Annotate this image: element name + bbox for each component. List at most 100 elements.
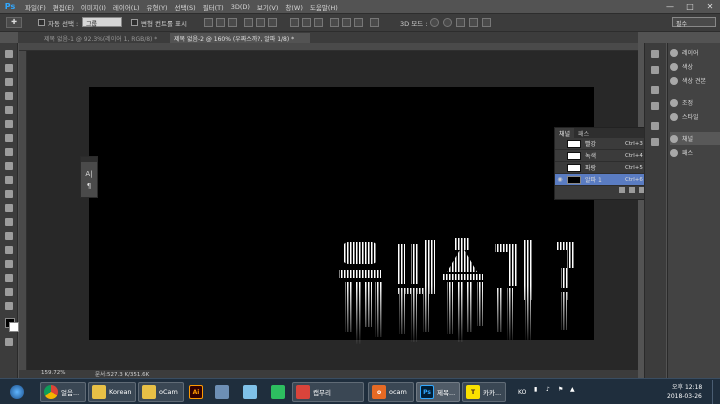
distribute-right-icon[interactable] [354, 18, 363, 27]
taskbar-ocam[interactable]: o ocam [368, 382, 414, 402]
tab-document-1[interactable]: 제목 없음-1 @ 92.3%(레이어 1, RGB/8) * [40, 33, 168, 43]
paragraph-panel-icon[interactable] [651, 138, 659, 146]
taskbar-capture[interactable]: 캡무리 [292, 382, 364, 402]
mini-panel-header[interactable] [81, 157, 97, 162]
marquee-tool-icon[interactable] [5, 64, 13, 72]
character-panel-icon[interactable]: A| [81, 170, 97, 178]
paragraph-panel-icon[interactable]: ¶ [81, 182, 97, 190]
workspace-dropdown[interactable]: 필수 [672, 17, 716, 28]
path-select-tool-icon[interactable] [5, 260, 13, 268]
menu-3d[interactable]: 3D(D) [231, 3, 250, 11]
distribute-center-icon[interactable] [342, 18, 351, 27]
background-color-swatch[interactable] [9, 322, 19, 332]
scale-3d-icon[interactable] [482, 18, 491, 27]
distribute-left-icon[interactable] [330, 18, 339, 27]
menu-select[interactable]: 선택(S) [175, 2, 196, 12]
info-panel-icon[interactable] [651, 86, 659, 94]
eraser-tool-icon[interactable] [5, 176, 13, 184]
distribute-middle-icon[interactable] [302, 18, 311, 27]
dock-item-paths[interactable]: 패스 [670, 146, 720, 159]
taskbar-chrome[interactable]: 얼음... [40, 382, 86, 402]
crop-tool-icon[interactable] [5, 106, 13, 114]
tray-language[interactable]: KO [518, 389, 526, 396]
menu-edit[interactable]: 편집(E) [53, 2, 74, 12]
tab-document-2[interactable]: 제목 없음-2 @ 160% (우짜스까?, 알파 1/8) * [170, 33, 310, 43]
zoom-tool-icon[interactable] [5, 302, 13, 310]
taskbar-folder-korean[interactable]: Korean [88, 382, 136, 402]
tray-flag-icon[interactable]: ⚑ [558, 386, 563, 393]
tray-time[interactable]: 오후 12:18 [672, 382, 702, 391]
dock-item-layers[interactable]: 레이어 [670, 46, 720, 59]
taskbar-photoshop[interactable]: Ps 제목... [416, 382, 460, 402]
align-center-icon[interactable] [256, 18, 265, 27]
align-bottom-icon[interactable] [228, 18, 237, 27]
brush-panel-icon[interactable] [651, 102, 659, 110]
menu-layer[interactable]: 레이어(L) [113, 2, 140, 12]
tray-date[interactable]: 2018-03-26 [667, 393, 702, 400]
taskbar-evernote[interactable] [268, 382, 290, 402]
lasso-tool-icon[interactable] [5, 78, 13, 86]
slide-3d-icon[interactable] [469, 18, 478, 27]
type-tool-icon[interactable] [5, 246, 13, 254]
roll-3d-icon[interactable] [443, 18, 452, 27]
dock-item-styles[interactable]: 스타일 [670, 110, 720, 123]
menu-type[interactable]: 유형(Y) [147, 2, 168, 12]
dock-item-swatches[interactable]: 색상 견본 [670, 74, 720, 87]
menu-file[interactable]: 파일(F) [25, 2, 46, 12]
gradient-tool-icon[interactable] [5, 190, 13, 198]
taskbar-notepad[interactable] [240, 382, 262, 402]
properties-panel-icon[interactable] [651, 66, 659, 74]
quick-mask-icon[interactable] [5, 338, 13, 346]
tab-channels[interactable]: 채널 [555, 128, 575, 138]
dodge-tool-icon[interactable] [5, 218, 13, 226]
tray-volume-icon[interactable]: ♪ [546, 386, 550, 393]
align-middle-icon[interactable] [216, 18, 225, 27]
move-tool-preset-icon[interactable]: ✚ [6, 17, 22, 28]
blur-tool-icon[interactable] [5, 204, 13, 212]
auto-align-icon[interactable] [370, 18, 379, 27]
hand-tool-icon[interactable] [5, 288, 13, 296]
align-right-icon[interactable] [268, 18, 277, 27]
show-desktop-button[interactable] [712, 380, 720, 404]
rotate-3d-icon[interactable] [430, 18, 439, 27]
distribute-bottom-icon[interactable] [314, 18, 323, 27]
pen-tool-icon[interactable] [5, 232, 13, 240]
auto-select-dropdown[interactable]: 그룹 [82, 17, 122, 28]
healing-tool-icon[interactable] [5, 134, 13, 142]
history-panel-icon[interactable] [651, 50, 659, 58]
menu-view[interactable]: 보기(V) [257, 2, 278, 12]
auto-select-checkbox[interactable] [38, 19, 45, 26]
brush-tool-icon[interactable] [5, 148, 13, 156]
tab-paths[interactable]: 패스 [574, 129, 593, 138]
transform-controls-checkbox[interactable] [131, 19, 138, 26]
align-left-icon[interactable] [244, 18, 253, 27]
eyedropper-tool-icon[interactable] [5, 120, 13, 128]
menu-filter[interactable]: 필터(T) [203, 2, 224, 12]
windows-start-button[interactable] [4, 382, 30, 402]
distribute-top-icon[interactable] [290, 18, 299, 27]
dock-item-color[interactable]: 색상 [670, 60, 720, 73]
taskbar-monitor[interactable] [212, 382, 234, 402]
dock-item-adjustments[interactable]: 조정 [670, 96, 720, 109]
drag-3d-icon[interactable] [456, 18, 465, 27]
taskbar-kakaotalk[interactable]: T 카카... [462, 382, 506, 402]
menu-image[interactable]: 이미지(I) [81, 2, 106, 12]
minimize-icon[interactable]: — [660, 0, 680, 12]
move-tool-icon[interactable] [5, 50, 13, 58]
character-panel-icon[interactable] [651, 122, 659, 130]
menu-window[interactable]: 창(W) [285, 2, 302, 12]
taskbar-illustrator[interactable]: Ai [186, 382, 208, 402]
maximize-icon[interactable]: □ [680, 0, 700, 12]
quick-select-tool-icon[interactable] [5, 92, 13, 100]
tray-chevron-up-icon[interactable]: ▲ [570, 386, 575, 393]
taskbar-folder-ocam[interactable]: oCam [138, 382, 184, 402]
eye-icon[interactable]: ◉ [556, 176, 564, 183]
save-selection-icon[interactable] [629, 187, 635, 193]
close-icon[interactable]: ✕ [700, 0, 720, 12]
menu-help[interactable]: 도움말(H) [310, 2, 338, 12]
load-selection-icon[interactable] [619, 187, 625, 193]
tray-network-icon[interactable]: ▮ [534, 386, 537, 393]
shape-tool-icon[interactable] [5, 274, 13, 282]
dock-item-channels[interactable]: 채널 [670, 132, 720, 145]
align-top-icon[interactable] [204, 18, 213, 27]
